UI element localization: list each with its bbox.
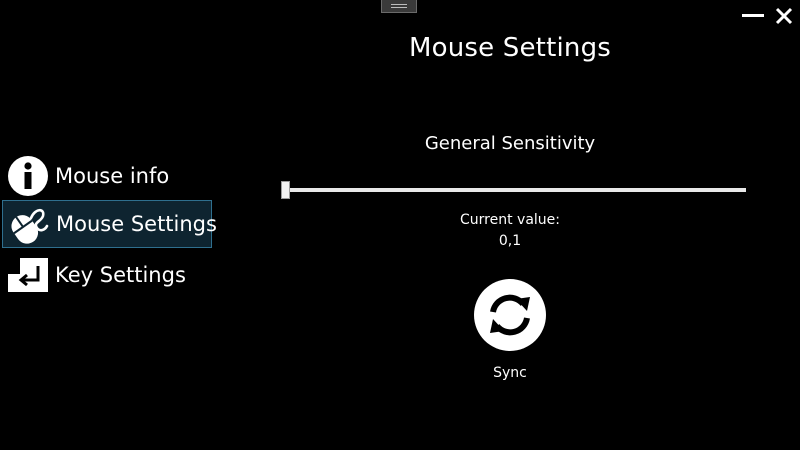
- sidebar-item-mouse-info[interactable]: Mouse info: [2, 152, 212, 200]
- app-window: Mouse Settings Mouse info Mouse Settings…: [0, 0, 800, 450]
- sync-label: Sync: [493, 365, 527, 381]
- slider-track[interactable]: [285, 188, 746, 192]
- sidebar-item-label: Mouse Settings: [56, 212, 217, 236]
- sidebar-item-key-settings[interactable]: Key Settings: [2, 251, 212, 299]
- sensitivity-label: General Sensitivity: [424, 133, 596, 154]
- mouse-icon: [6, 201, 52, 247]
- sidebar-item-mouse-settings[interactable]: Mouse Settings: [2, 200, 217, 248]
- enter-key-icon: [5, 252, 51, 298]
- drag-handle-line: [391, 4, 407, 5]
- sidebar-item-label: Key Settings: [55, 263, 186, 287]
- sidebar-item-label: Mouse info: [55, 164, 170, 188]
- page-title: Mouse Settings: [408, 33, 612, 63]
- minimize-icon: [742, 14, 764, 17]
- sync-icon: [490, 294, 530, 336]
- minimize-button[interactable]: [741, 5, 765, 25]
- current-value-caption: Current value:: [460, 212, 560, 228]
- close-icon: [775, 7, 793, 25]
- sync-button[interactable]: [474, 279, 546, 351]
- info-icon: [5, 153, 51, 199]
- drag-handle[interactable]: [381, 0, 417, 13]
- slider-thumb[interactable]: [281, 181, 290, 199]
- close-button[interactable]: [773, 5, 795, 27]
- sensitivity-slider[interactable]: [281, 180, 746, 200]
- drag-handle-line: [391, 7, 407, 8]
- current-value: 0,1: [498, 233, 522, 249]
